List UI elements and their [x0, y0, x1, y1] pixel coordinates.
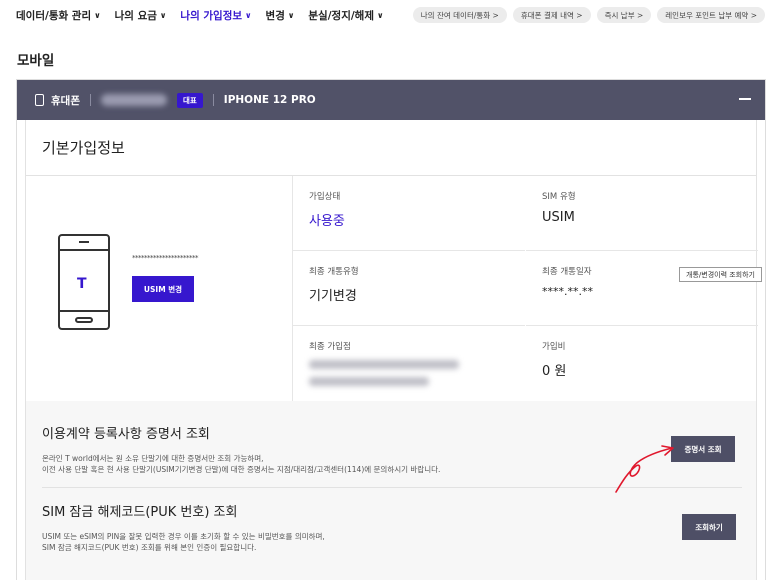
- quick-link-rainbow-point[interactable]: 레인보우 포인트 납부 예약 >: [657, 7, 765, 23]
- quick-links: 나의 잔여 데이터/통화 > 휴대폰 결제 내역 > 즉시 납부 > 레인보우 …: [412, 7, 765, 23]
- nav-my-fee[interactable]: 나의 요금 ∨: [115, 8, 167, 23]
- sim-type-label: SIM 유형: [542, 192, 576, 202]
- nav-loss-suspend-label: 분실/정지/해제: [308, 9, 375, 22]
- fee-label: 가입비: [542, 342, 566, 352]
- section-title: 모바일: [17, 53, 55, 69]
- blurred-store-address: [309, 377, 429, 386]
- puk-section: SIM 잠금 해제코드(PUK 번호) 조회 USIM 또는 eSIM의 PIN…: [42, 501, 742, 553]
- representative-badge: 대표: [176, 92, 203, 108]
- line-card: 휴대폰 대표 IPHONE 12 PRO 기본가입정보 T **********…: [16, 79, 766, 580]
- puk-desc-line2: SIM 잠금 해지코드(PUK 번호) 조회를 위해 본인 인증이 필요합니다.: [42, 543, 257, 552]
- nav-data-call[interactable]: 데이터/통화 관리 ∨: [16, 8, 101, 23]
- puk-title: SIM 잠금 해제코드(PUK 번호) 조회: [42, 505, 238, 520]
- open-type-label: 최종 개통유형: [309, 267, 359, 277]
- header-divider: [89, 94, 91, 106]
- sim-type-cell: SIM 유형 USIM: [526, 176, 758, 251]
- home-button: [75, 317, 93, 323]
- quick-link-instant-pay[interactable]: 즉시 납부 >: [596, 7, 652, 23]
- quick-link-remaining-data[interactable]: 나의 잔여 데이터/통화 >: [412, 7, 507, 23]
- nav-change[interactable]: 변경 ∨: [266, 8, 295, 23]
- history-lookup-button[interactable]: 개통/변경이력 조회하기: [679, 267, 762, 282]
- subscription-info-grid: 가입상태 사용중 SIM 유형 USIM 최종 개통유형 기기변경 최종 개통일…: [293, 176, 762, 401]
- sim-type-value: USIM: [542, 210, 575, 225]
- open-date-cell: 최종 개통일자 ****.**.** 개통/변경이력 조회하기: [526, 251, 762, 326]
- speaker-dash: [79, 241, 89, 243]
- puk-desc-line1: USIM 또는 eSIM의 PIN을 잘못 입력한 경우 이를 초기화 할 수 …: [42, 532, 325, 541]
- smartphone-icon: T: [58, 234, 110, 330]
- status-cell: 가입상태 사용중: [293, 176, 525, 251]
- open-type-cell: 최종 개통유형 기기변경: [293, 251, 525, 326]
- device-panel: T ********************** USIM 변경: [26, 176, 293, 401]
- masked-serial-number: **********************: [132, 254, 199, 262]
- collapse-minus-icon[interactable]: [739, 98, 751, 100]
- red-arrow-annotation: [615, 445, 674, 493]
- blurred-phone-number: [100, 94, 167, 106]
- store-cell: 최종 가입점: [293, 326, 525, 401]
- line-card-body: 기본가입정보 T ********************** USIM 변경 …: [25, 120, 762, 580]
- status-value: 사용중: [309, 214, 345, 229]
- screen-bottom-line: [60, 310, 108, 312]
- chevron-down-icon: ∨: [287, 10, 295, 20]
- t-logo: T: [77, 276, 87, 292]
- nav-my-fee-label: 나의 요금: [114, 9, 157, 22]
- nav-my-subscription[interactable]: 나의 가입정보 ∨: [180, 8, 251, 23]
- puk-description: USIM 또는 eSIM의 PIN을 잘못 입력한 경우 이를 초기화 할 수 …: [42, 531, 742, 553]
- line-card-header[interactable]: 휴대폰 대표 IPHONE 12 PRO: [17, 80, 765, 120]
- nav-change-label: 변경: [265, 9, 285, 22]
- puk-lookup-button[interactable]: 조회하기: [682, 514, 736, 540]
- chevron-down-icon: ∨: [245, 10, 252, 20]
- device-model: IPHONE 12 PRO: [223, 94, 316, 106]
- quick-link-payment-history[interactable]: 휴대폰 결제 내역 >: [512, 7, 591, 23]
- top-navigation: 데이터/통화 관리 ∨ 나의 요금 ∨ 나의 가입정보 ∨ 변경 ∨ 분실/정지/해제 ∨…: [0, 0, 773, 30]
- fee-value: 0 원: [542, 364, 567, 379]
- certificate-title: 이용계약 등록사항 증명서 조회: [42, 427, 210, 442]
- nav-data-call-label: 데이터/통화 관리: [16, 9, 92, 22]
- nav-my-subscription-label: 나의 가입정보: [180, 9, 243, 22]
- mobile-phone-icon: [35, 94, 44, 106]
- open-date-value: ****.**.**: [542, 285, 593, 298]
- header-divider: [212, 94, 214, 106]
- fee-cell: 가입비 0 원: [526, 326, 758, 401]
- screen-top-line: [60, 249, 108, 251]
- chevron-down-icon: ∨: [377, 10, 384, 20]
- blurred-store-name: [309, 360, 459, 369]
- basic-info-title: 기본가입정보: [26, 120, 756, 176]
- chevron-down-icon: ∨: [159, 10, 167, 20]
- chevron-down-icon: ∨: [94, 10, 101, 20]
- usim-change-button[interactable]: USIM 변경: [132, 276, 194, 302]
- status-label: 가입상태: [309, 192, 341, 202]
- open-type-value: 기기변경: [309, 289, 357, 304]
- store-label: 최종 가입점: [309, 342, 351, 352]
- nav-loss-suspend[interactable]: 분실/정지/해제 ∨: [308, 8, 383, 23]
- certificate-lookup-button[interactable]: 증명서 조회: [671, 436, 735, 462]
- line-type-label: 휴대폰: [51, 94, 80, 107]
